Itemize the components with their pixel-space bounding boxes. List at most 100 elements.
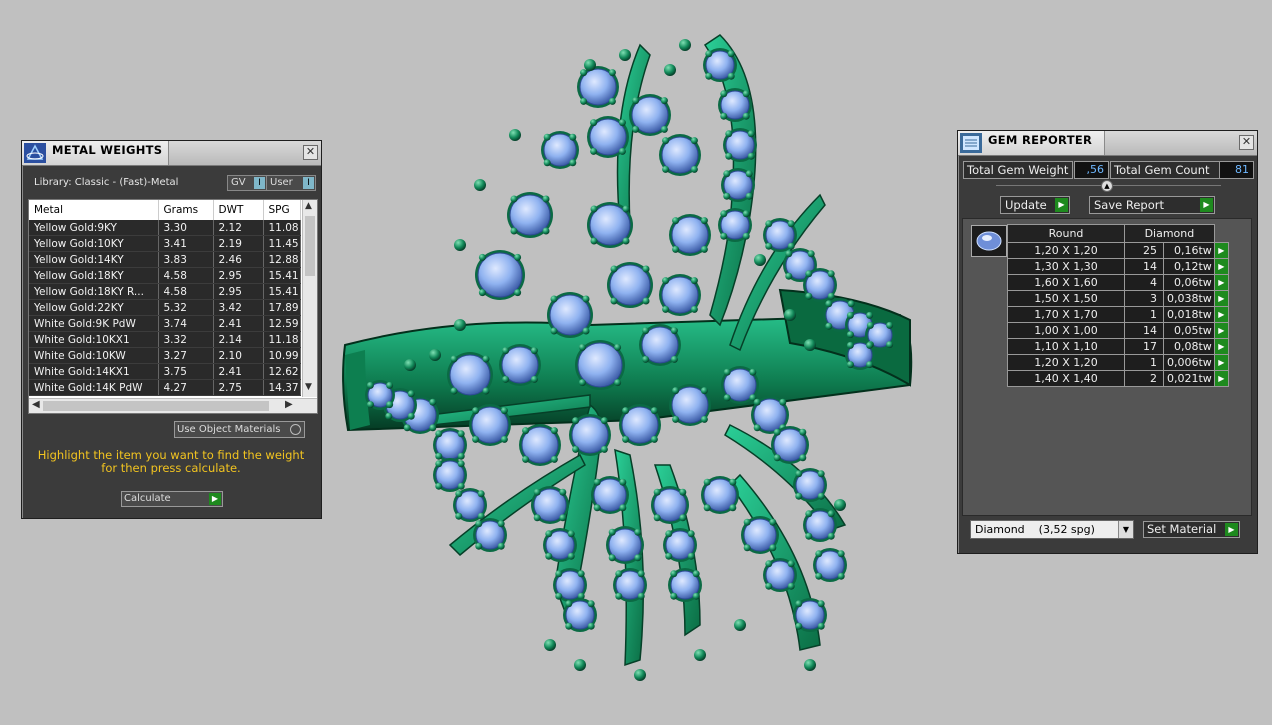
save-report-button[interactable]: Save Report ▶ — [1089, 196, 1215, 214]
table-row[interactable]: White Gold:14K PdW 4.27 2.75 14.37 — [29, 379, 301, 396]
gem-reporter-titlebar[interactable]: GEM REPORTER ✕ — [958, 131, 1257, 156]
ring-3d-model[interactable] — [340, 25, 920, 685]
prong-bead — [846, 341, 854, 349]
chevron-down-icon[interactable]: ▼ — [1118, 521, 1133, 538]
scroll-right-icon[interactable]: ▶ — [285, 399, 293, 410]
select-gem-play-icon[interactable]: ▶ — [1213, 354, 1229, 371]
metal-table-horizontal-scrollbar[interactable]: ◀ ▶ — [29, 398, 317, 413]
prong-bead — [533, 488, 541, 496]
select-gem-play-icon[interactable]: ▶ — [1213, 338, 1229, 355]
select-gem-play-icon[interactable]: ▶ — [1213, 322, 1229, 339]
prong-bead — [727, 50, 735, 58]
prong-bead — [749, 368, 757, 376]
table-row[interactable]: Yellow Gold:14KY 3.83 2.46 12.88 — [29, 251, 301, 268]
prong-bead — [747, 130, 755, 138]
metal-col-header[interactable]: DWT — [213, 200, 264, 220]
select-gem-play-icon[interactable]: ▶ — [1213, 258, 1229, 275]
prong-bead — [435, 460, 443, 468]
prong-bead — [510, 195, 518, 203]
table-row[interactable]: Yellow Gold:18KY R... 4.58 2.95 15.41 — [29, 283, 301, 300]
table-cell: 3.32 — [158, 331, 214, 348]
scroll-down-icon[interactable]: ▼ — [305, 382, 312, 392]
prong-bead — [670, 355, 678, 363]
scroll-up-icon[interactable]: ▲ — [305, 201, 312, 211]
prong-bead — [634, 528, 642, 536]
gem-cell: 17 — [1124, 338, 1164, 355]
prong-bead — [670, 327, 678, 335]
prong-bead — [805, 532, 813, 540]
gem-table[interactable]: Round Diamond 1,20 X 1,20 25 0,16tw ▶ 1,30 X … — [1007, 224, 1229, 387]
prong-bead — [608, 528, 616, 536]
prong-bead — [637, 570, 645, 578]
gem-cell: 1 — [1124, 354, 1164, 371]
prong-bead — [590, 147, 598, 155]
metal-weights-table[interactable]: Metal Grams DWT SPG Yellow Gold:9KY 3.30 2.12… — [28, 199, 318, 414]
prong-bead — [866, 311, 874, 319]
table-row[interactable]: Yellow Gold:10KY 3.41 2.19 11.45 — [29, 235, 301, 252]
prong-bead — [482, 355, 490, 363]
prong-bead — [753, 424, 761, 432]
bead — [619, 49, 631, 61]
table-cell: White Gold:14K PdW — [29, 379, 159, 396]
gem-reporter-close-icon[interactable]: ✕ — [1239, 135, 1254, 150]
gem-row[interactable]: 1,50 X 1,50 3 0,038tw ▶ — [1007, 290, 1229, 307]
collapse-icon[interactable]: ▲ — [1101, 180, 1113, 192]
table-row[interactable]: Yellow Gold:9KY 3.30 2.12 11.08 — [29, 220, 301, 236]
scroll-left-icon[interactable]: ◀ — [32, 399, 40, 410]
prong-bead — [632, 125, 640, 133]
prong-bead — [660, 125, 668, 133]
gem-row[interactable]: 1,10 X 1,10 17 0,08tw ▶ — [1007, 338, 1229, 355]
table-row[interactable]: Yellow Gold:22KY 5.32 3.42 17.89 — [29, 299, 301, 316]
prong-bead — [703, 478, 711, 486]
prong-bead — [795, 600, 803, 608]
metal-weights-titlebar[interactable]: METAL WEIGHTS ✕ — [22, 141, 321, 166]
gem-row[interactable]: 1,40 X 1,40 2 0,021tw ▶ — [1007, 370, 1229, 387]
set-material-button[interactable]: Set Material ▶ — [1143, 521, 1240, 538]
gem-row[interactable]: 1,70 X 1,70 1 0,018tw ▶ — [1007, 306, 1229, 323]
table-cell: Yellow Gold:10KY — [29, 235, 159, 252]
metal-col-header[interactable]: SPG — [263, 200, 301, 220]
prong-bead — [593, 478, 601, 486]
prong-bead — [787, 560, 795, 568]
gem-row[interactable]: 1,00 X 1,00 14 0,05tw ▶ — [1007, 322, 1229, 339]
material-select[interactable]: Diamond (3,52 spg) ▼ — [970, 520, 1134, 539]
select-gem-play-icon[interactable]: ▶ — [1213, 242, 1229, 259]
prong-bead — [567, 552, 575, 560]
prong-bead — [817, 470, 825, 478]
select-gem-play-icon[interactable]: ▶ — [1213, 370, 1229, 387]
gem-cell: 0,038tw — [1163, 290, 1215, 307]
prong-bead — [457, 430, 465, 438]
prong-bead — [672, 415, 680, 423]
select-gem-play-icon[interactable]: ▶ — [1213, 274, 1229, 291]
gem-row[interactable]: 1,60 X 1,60 4 0,06tw ▶ — [1007, 274, 1229, 291]
prong-bead — [457, 452, 465, 460]
user-toggle[interactable]: User I — [266, 175, 316, 191]
table-row[interactable]: White Gold:10KW 3.27 2.10 10.99 — [29, 347, 301, 364]
gv-toggle[interactable]: GV I — [227, 175, 267, 191]
table-row[interactable]: Yellow Gold:18KY 4.58 2.95 15.41 — [29, 267, 301, 284]
select-gem-play-icon[interactable]: ▶ — [1213, 290, 1229, 307]
calculate-button[interactable]: Calculate ▶ — [121, 491, 223, 507]
table-row[interactable]: White Gold:14KX1 3.75 2.41 12.62 — [29, 363, 301, 380]
use-object-materials-toggle[interactable]: Use Object Materials — [174, 421, 305, 438]
gem-row[interactable]: 1,20 X 1,20 1 0,006tw ▶ — [1007, 354, 1229, 371]
prong-bead — [742, 232, 750, 240]
bead — [474, 179, 486, 191]
table-row[interactable]: White Gold:10KX1 3.32 2.14 11.18 — [29, 331, 301, 348]
gem-row[interactable]: 1,30 X 1,30 14 0,12tw ▶ — [1007, 258, 1229, 275]
metal-col-header[interactable]: Grams — [158, 200, 214, 220]
prong-bead — [720, 112, 728, 120]
metal-table-vertical-scrollbar[interactable]: ▲ ▼ — [302, 200, 317, 397]
select-gem-play-icon[interactable]: ▶ — [1213, 306, 1229, 323]
prong-bead — [614, 343, 622, 351]
metal-col-header[interactable]: Metal — [29, 200, 159, 220]
update-button[interactable]: Update ▶ — [1000, 196, 1070, 214]
gem-row[interactable]: 1,20 X 1,20 25 0,16tw ▶ — [1007, 242, 1229, 259]
metal-weights-close-icon[interactable]: ✕ — [303, 145, 318, 160]
prong-bead — [653, 488, 661, 496]
bead — [429, 349, 441, 361]
prong-bead — [700, 387, 708, 395]
play-icon: ▶ — [1055, 198, 1068, 212]
table-row[interactable]: White Gold:9K PdW 3.74 2.41 12.59 — [29, 315, 301, 332]
prong-bead — [720, 90, 728, 98]
